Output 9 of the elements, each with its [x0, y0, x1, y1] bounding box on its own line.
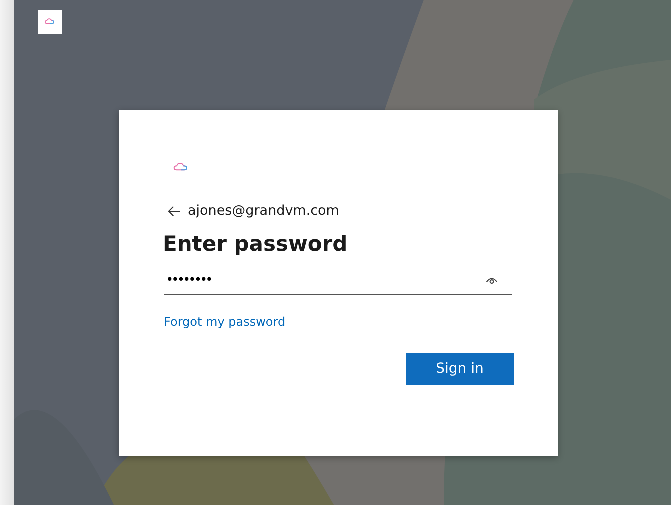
- back-arrow-icon[interactable]: [168, 206, 181, 216]
- forgot-password-link[interactable]: Forgot my password: [164, 315, 286, 329]
- password-field[interactable]: ••••••••: [164, 266, 512, 295]
- account-email: ajones@grandvm.com: [188, 203, 340, 219]
- eye-icon[interactable]: [486, 276, 498, 285]
- page-heading: Enter password: [163, 232, 349, 256]
- sign-in-button[interactable]: Sign in: [406, 353, 514, 385]
- cloud-logo-icon: [173, 162, 189, 173]
- app-logo: [38, 10, 62, 34]
